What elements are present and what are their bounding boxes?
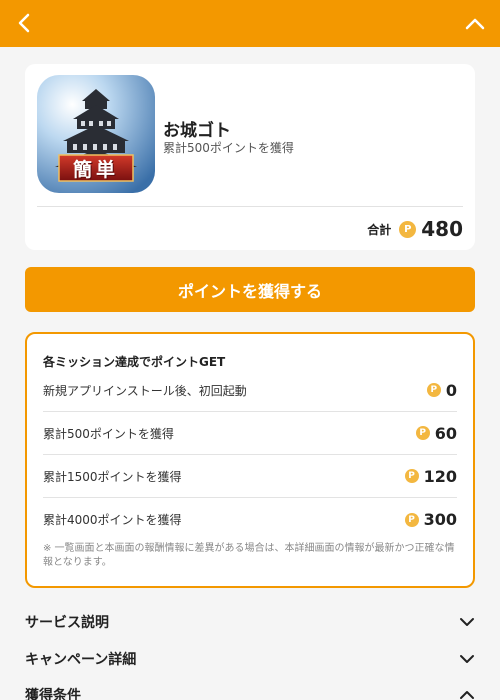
mission-row: 累計500ポイントを獲得 P 60 [43,412,457,455]
chevron-up-icon[interactable] [464,14,486,34]
get-points-button[interactable]: ポイントを獲得する [25,267,475,312]
mission-label: 新規アプリインストール後、初回起動 [43,383,247,398]
point-coin-icon: P [404,512,419,527]
divider [37,206,463,207]
accordion-campaign-details[interactable]: キャンペーン詳細 [25,647,475,671]
app-subtitle: 累計500ポイントを獲得 [163,141,294,155]
accordion-acquisition-conditions[interactable]: 獲得条件 [25,683,475,700]
app-card: 簡単 お城ゴト 累計500ポイントを獲得 合計 P 480 [25,64,475,250]
total-label: 合計 [367,222,392,237]
app-name: お城ゴト [163,121,231,141]
mission-label: 累計500ポイントを獲得 [43,426,174,441]
mission-row: 累計1500ポイントを獲得 P 120 [43,455,457,498]
mission-label: 累計4000ポイントを獲得 [43,513,182,527]
point-coin-icon: P [415,426,430,440]
mission-reward: P 300 [404,510,457,529]
chevron-left-icon[interactable] [14,12,36,34]
mission-reward-value: 0 [445,380,457,400]
top-bar [0,0,500,47]
chevron-down-icon [460,618,474,626]
accordion-label: サービス説明 [25,615,109,631]
mission-reward-value: 60 [434,423,457,443]
mission-label: 累計1500ポイントを獲得 [43,469,182,484]
point-coin-icon: P [404,469,419,483]
point-coin-icon: P [426,383,441,397]
chevron-up-icon [460,691,474,699]
mission-row: 新規アプリインストール後、初回起動 P 0 [43,369,457,412]
total-value: 480 [421,217,463,241]
accordion-label: キャンペーン詳細 [25,652,137,668]
mission-reward: P 0 [426,380,457,400]
total-points: 合計 P 480 [367,216,463,242]
mission-reward-value: 300 [423,510,457,529]
point-coin-icon: P [399,220,417,238]
mission-reward: P 60 [415,423,457,443]
accordion-service-description[interactable]: サービス説明 [25,610,475,634]
chevron-down-icon [460,655,474,663]
missions-title: 各ミッション達成でポイントGET [43,355,226,369]
app-icon-badge-text: 簡単 [72,158,119,181]
mission-reward-value: 120 [423,466,457,486]
castle-app-icon: 簡単 [37,75,155,193]
mission-reward: P 120 [404,466,457,486]
mission-row: 累計4000ポイントを獲得 P 300 [43,498,457,541]
missions-panel: 各ミッション達成でポイントGET 新規アプリインストール後、初回起動 P 0 累… [25,332,475,588]
disclaimer-note: ※ 一覧画面と本画面の報酬情報に差異がある場合は、本詳細画面の情報が最新かつ正確… [43,543,455,568]
accordion-label: 獲得条件 [25,688,81,700]
